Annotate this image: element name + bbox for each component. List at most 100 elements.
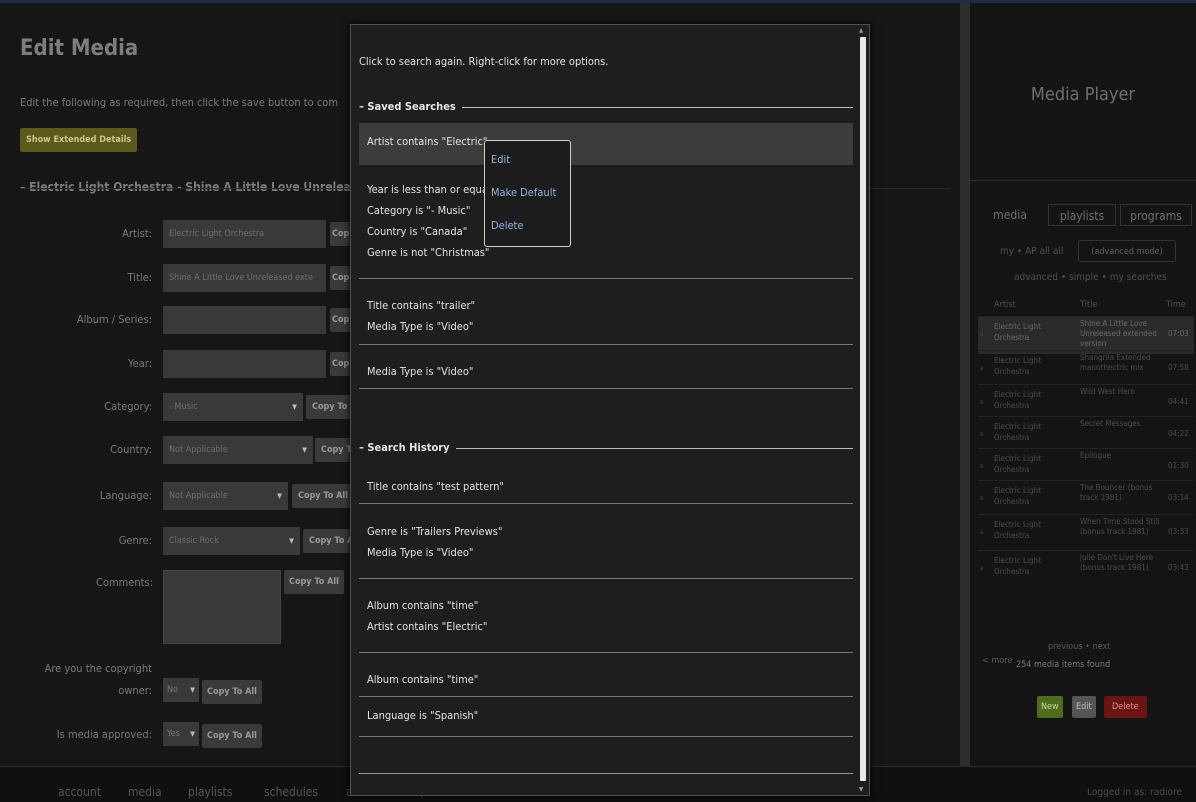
saved-search-item[interactable]: Artist contains "Electric" <box>359 123 853 165</box>
column-title[interactable]: Title <box>1080 300 1097 310</box>
media-type-icon: a <box>980 463 984 470</box>
artist-copy-button[interactable]: Cop <box>330 222 352 246</box>
search-history-criterion: Title contains "test pattern" <box>367 480 504 493</box>
copyright-label-line2: owner: <box>118 684 152 697</box>
media-row-artist: Electric Light Orchestra <box>994 422 1041 442</box>
comments-copy-button[interactable]: Copy To All <box>284 570 344 594</box>
media-row-title: Secret Messages <box>1080 419 1141 428</box>
language-copy-button[interactable]: Copy To All <box>292 484 352 508</box>
media-list-row[interactable]: a Electric Light Orchestra Shangrila Exten… <box>978 350 1194 382</box>
nav-playlists[interactable]: playlists <box>188 785 232 799</box>
media-row-artist: Electric Light Orchestra <box>994 322 1041 342</box>
title-copy-button[interactable]: Cop <box>330 266 352 290</box>
media-filter-links[interactable]: my • AP all all <box>1000 246 1063 257</box>
more-link[interactable]: < more <box>982 656 1012 666</box>
genre-copy-button[interactable]: Copy To A <box>303 529 353 553</box>
modal-scrollbar[interactable]: ▲ ▼ <box>859 27 867 793</box>
approved-label: Is media approved: <box>56 728 152 741</box>
search-history-item[interactable]: Title contains "test pattern" <box>359 468 853 504</box>
media-list-row[interactable]: a Electric Light Orchestra The Bouncer (bo… <box>978 480 1194 512</box>
title-input[interactable]: Shine A Little Love Unreleased exte <box>163 264 326 292</box>
media-list-row[interactable]: a Electric Light Orchestra When Time Stood… <box>978 514 1194 552</box>
advanced-mode-button[interactable]: (advanced mode) <box>1078 240 1176 262</box>
album-row: Album / Series: Cop <box>0 306 360 334</box>
search-history-item[interactable]: Genre is "Trailers Previews" Media Type i… <box>359 513 853 579</box>
media-list-row[interactable]: a Electric Light Orchestra Wild West Hero 0… <box>978 384 1194 416</box>
column-artist[interactable]: Artist <box>994 300 1016 310</box>
media-row-title: Julie Don't Live Here (bonus track 1981) <box>1080 553 1154 572</box>
approved-select[interactable]: Yes <box>163 722 199 746</box>
search-history-criterion: Artist contains "Electric" <box>367 620 488 633</box>
media-type-icon: a <box>980 565 984 572</box>
context-menu-delete[interactable]: Delete <box>491 219 524 232</box>
page-scrollbar[interactable] <box>960 3 970 766</box>
comments-textarea[interactable] <box>163 570 281 644</box>
media-type-icon: a <box>980 495 984 502</box>
scroll-down-arrow-icon[interactable]: ▼ <box>859 786 863 793</box>
modal-scrollbar-thumb[interactable] <box>860 37 866 781</box>
nav-media[interactable]: media <box>128 785 162 799</box>
scroll-up-arrow-icon[interactable]: ▲ <box>859 27 863 34</box>
saved-search-criterion: Category is "- Music" <box>367 204 471 217</box>
media-type-icon: a <box>980 529 984 536</box>
title-label: Title: <box>127 271 152 284</box>
saved-search-item[interactable]: Title contains "trailer" Media Type is "V… <box>359 287 853 345</box>
tab-playlists[interactable]: playlists <box>1048 204 1116 226</box>
media-list-row[interactable]: a Electric Light Orchestra Epilogue 01:30 <box>978 448 1194 480</box>
saved-search-item[interactable]: Year is less than or equal to "2015" Cate… <box>359 171 853 279</box>
nav-account[interactable]: account <box>58 785 101 799</box>
saved-searches-heading: – Saved Searches <box>359 100 853 114</box>
approved-copy-button[interactable]: Copy To All <box>202 724 262 748</box>
year-input[interactable] <box>163 350 326 378</box>
media-row-time: 04:41 <box>1168 397 1189 406</box>
tab-media[interactable]: media <box>978 204 1042 226</box>
country-select[interactable]: Not Applicable <box>163 436 313 464</box>
category-select[interactable]: - Music <box>163 393 303 421</box>
artist-row: Artist: Electric Light Orchestra Cop <box>0 220 360 248</box>
year-copy-button[interactable]: Cop <box>330 352 352 376</box>
search-history-title: – Search History <box>359 441 456 454</box>
show-extended-details-button[interactable]: Show Extended Details <box>20 128 138 152</box>
saved-search-item[interactable]: Media Type is "Video" <box>359 353 853 389</box>
context-menu-make-default[interactable]: Make Default <box>491 186 556 199</box>
language-select[interactable]: Not Applicable <box>163 482 288 510</box>
search-history-item[interactable]: Album contains "time" <box>359 661 853 697</box>
media-row-artist: Electric Light Orchestra <box>994 390 1041 410</box>
search-history-item[interactable]: Album contains "time" Artist contains "El… <box>359 587 853 653</box>
language-label: Language: <box>99 489 152 502</box>
media-list-row[interactable]: a Electric Light Orchestra Julie Don't Liv… <box>978 550 1194 582</box>
artist-label: Artist: <box>122 227 152 240</box>
context-menu-edit[interactable]: Edit <box>491 153 510 166</box>
country-copy-button[interactable]: Copy T <box>315 438 353 462</box>
pager-links[interactable]: previous • next <box>1048 642 1110 652</box>
search-history-criterion: Genre is "Trailers Previews" <box>367 525 503 538</box>
copyright-label-line1: Are you the copyright <box>44 662 152 675</box>
media-heading: – Electric Light Orchestra - Shine A Lit… <box>20 180 384 194</box>
genre-select[interactable]: Classic Rock <box>163 527 300 555</box>
saved-search-criterion: Artist contains "Electric" <box>367 135 488 148</box>
search-history-heading: – Search History <box>359 441 853 455</box>
search-mode-links[interactable]: advanced • simple • my searches <box>1014 272 1167 283</box>
search-history-criterion: Language is "Spanish" <box>367 709 479 722</box>
media-list-row[interactable]: a Electric Light Orchestra Secret Messages… <box>978 416 1194 448</box>
artist-input[interactable]: Electric Light Orchestra <box>163 220 326 248</box>
search-history-item[interactable]: Language is "Spanish" <box>359 697 853 737</box>
media-row-time: 03:43 <box>1168 563 1189 572</box>
album-copy-button[interactable]: Cop <box>330 308 352 332</box>
edit-button[interactable]: Edit <box>1072 696 1096 718</box>
album-input[interactable] <box>163 306 326 334</box>
media-list-row[interactable]: a Electric Light Orchestra Shine A Little … <box>978 316 1194 354</box>
tab-programs[interactable]: programs <box>1120 204 1192 226</box>
media-row-title: When Time Stood Still (bonus track 1981) <box>1080 517 1160 536</box>
category-copy-button[interactable]: Copy To <box>306 395 354 419</box>
new-button[interactable]: New <box>1037 696 1063 718</box>
language-row: Language: Not Applicable Copy To All <box>0 482 360 510</box>
media-type-icon: a <box>980 365 984 372</box>
delete-button[interactable]: Delete <box>1104 696 1147 718</box>
copyright-copy-button[interactable]: Copy To All <box>202 680 262 704</box>
country-row: Country: Not Applicable Copy T <box>0 436 360 464</box>
copyright-select[interactable]: No <box>163 678 199 702</box>
media-row-artist: Electric Light Orchestra <box>994 520 1041 540</box>
nav-schedules[interactable]: schedules <box>264 785 318 799</box>
column-time[interactable]: Time <box>1166 300 1186 310</box>
